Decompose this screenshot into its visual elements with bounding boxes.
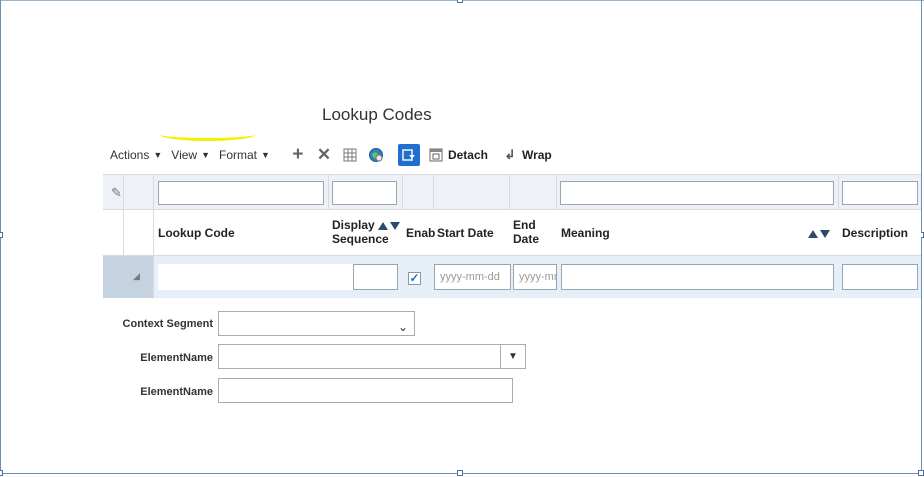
column-header-meaning[interactable]: Meaning bbox=[561, 226, 610, 240]
element-name-label-2: ElementName bbox=[140, 386, 213, 398]
end-date-line2: Date bbox=[513, 232, 540, 246]
detach-icon[interactable] bbox=[426, 145, 446, 165]
column-header-enabled[interactable]: Enab bbox=[406, 226, 435, 240]
lookup-code-input[interactable] bbox=[158, 264, 353, 290]
row-selector[interactable] bbox=[103, 256, 153, 298]
column-divider bbox=[402, 174, 403, 210]
lookup-code-filter-input[interactable] bbox=[158, 181, 324, 205]
end-date-placeholder: yyyy-mm bbox=[519, 271, 556, 283]
query-by-example-icon[interactable] bbox=[397, 144, 420, 166]
column-header-display-sequence[interactable]: Display Sequence bbox=[332, 218, 401, 246]
context-segment-select[interactable]: ⌄ bbox=[218, 311, 415, 336]
filter-row: ✎ bbox=[103, 174, 921, 210]
column-divider bbox=[433, 174, 434, 210]
meaning-sort-controls bbox=[808, 226, 830, 240]
freeze-icon[interactable] bbox=[340, 145, 360, 165]
element-name-select[interactable]: ▼ bbox=[218, 344, 526, 369]
header-row: Lookup Code Display Sequence Enab Start … bbox=[103, 210, 921, 256]
actions-menu-label: Actions bbox=[110, 148, 150, 162]
column-divider bbox=[328, 174, 329, 210]
wrap-button[interactable]: Wrap bbox=[522, 148, 552, 162]
wrap-icon[interactable]: ↲ bbox=[500, 145, 520, 165]
column-divider bbox=[838, 174, 839, 210]
sort-descending-icon[interactable] bbox=[820, 229, 830, 238]
column-header-start-date[interactable]: Start Date bbox=[437, 226, 494, 240]
description-filter-input[interactable] bbox=[842, 181, 918, 205]
start-date-placeholder: yyyy-mm-dd bbox=[440, 271, 500, 283]
enabled-checkbox[interactable]: ✓ bbox=[408, 272, 421, 285]
start-date-input[interactable]: yyyy-mm-dd bbox=[434, 264, 511, 290]
view-menu[interactable]: View ▼ bbox=[171, 148, 210, 162]
format-menu-label: Format bbox=[219, 148, 258, 162]
format-menu[interactable]: Format ▼ bbox=[219, 148, 270, 162]
view-menu-label: View bbox=[171, 148, 198, 162]
description-input[interactable] bbox=[842, 264, 918, 290]
highlight-mark bbox=[160, 128, 255, 141]
meaning-input[interactable] bbox=[561, 264, 834, 290]
lookup-codes-table: ✎ Lookup Code Display Sequence Enab Star… bbox=[103, 174, 921, 298]
pencil-icon: ✎ bbox=[111, 185, 122, 200]
column-header-description[interactable]: Description bbox=[842, 226, 908, 240]
delete-icon[interactable]: ✕ bbox=[314, 145, 334, 165]
resize-handle-bottom-right[interactable] bbox=[918, 470, 924, 476]
sort-ascending-icon[interactable] bbox=[378, 221, 389, 230]
resize-handle-left[interactable] bbox=[0, 232, 3, 238]
caret-down-icon: ▼ bbox=[201, 150, 210, 160]
resize-handle-top[interactable] bbox=[457, 0, 463, 3]
sort-ascending-icon[interactable] bbox=[808, 229, 818, 238]
dropdown-arrow-icon[interactable]: ▼ bbox=[500, 345, 525, 368]
page-title: Lookup Codes bbox=[322, 105, 432, 124]
column-header-end-date[interactable]: End Date bbox=[513, 218, 539, 246]
end-date-line1: End bbox=[513, 218, 536, 232]
element-name-label: ElementName bbox=[140, 352, 213, 364]
column-header-lookup-code[interactable]: Lookup Code bbox=[158, 226, 235, 240]
display-sequence-line2: Sequence bbox=[332, 232, 389, 246]
display-sequence-line1: Display bbox=[332, 218, 375, 232]
web-service-icon[interactable] bbox=[366, 145, 386, 165]
display-sequence-filter-input[interactable] bbox=[332, 181, 397, 205]
sort-descending-icon[interactable] bbox=[390, 221, 401, 230]
caret-down-icon: ▼ bbox=[261, 150, 270, 160]
context-segment-label: Context Segment bbox=[122, 318, 213, 330]
element-name-input[interactable] bbox=[218, 378, 513, 403]
column-divider bbox=[556, 174, 557, 210]
table-toolbar: Actions ▼ View ▼ Format ▼ + ✕ Detach ↲ W… bbox=[110, 144, 564, 166]
row-collapse-icon[interactable]: ◢ bbox=[133, 271, 140, 282]
add-icon[interactable]: + bbox=[288, 144, 308, 165]
resize-handle-bottom-left[interactable] bbox=[0, 470, 3, 476]
display-sequence-input[interactable] bbox=[353, 264, 398, 290]
column-divider bbox=[509, 174, 510, 210]
column-divider bbox=[153, 174, 154, 298]
resize-handle-bottom[interactable] bbox=[457, 470, 463, 476]
detach-button[interactable]: Detach bbox=[448, 148, 488, 162]
table-row[interactable]: ◢ ✓ yyyy-mm-dd yyyy-mm bbox=[103, 256, 921, 298]
actions-menu[interactable]: Actions ▼ bbox=[110, 148, 162, 162]
chevron-down-icon: ⌄ bbox=[397, 320, 408, 334]
meaning-filter-input[interactable] bbox=[560, 181, 834, 205]
caret-down-icon: ▼ bbox=[153, 150, 163, 160]
column-divider bbox=[123, 174, 124, 256]
end-date-input[interactable]: yyyy-mm bbox=[513, 264, 557, 290]
